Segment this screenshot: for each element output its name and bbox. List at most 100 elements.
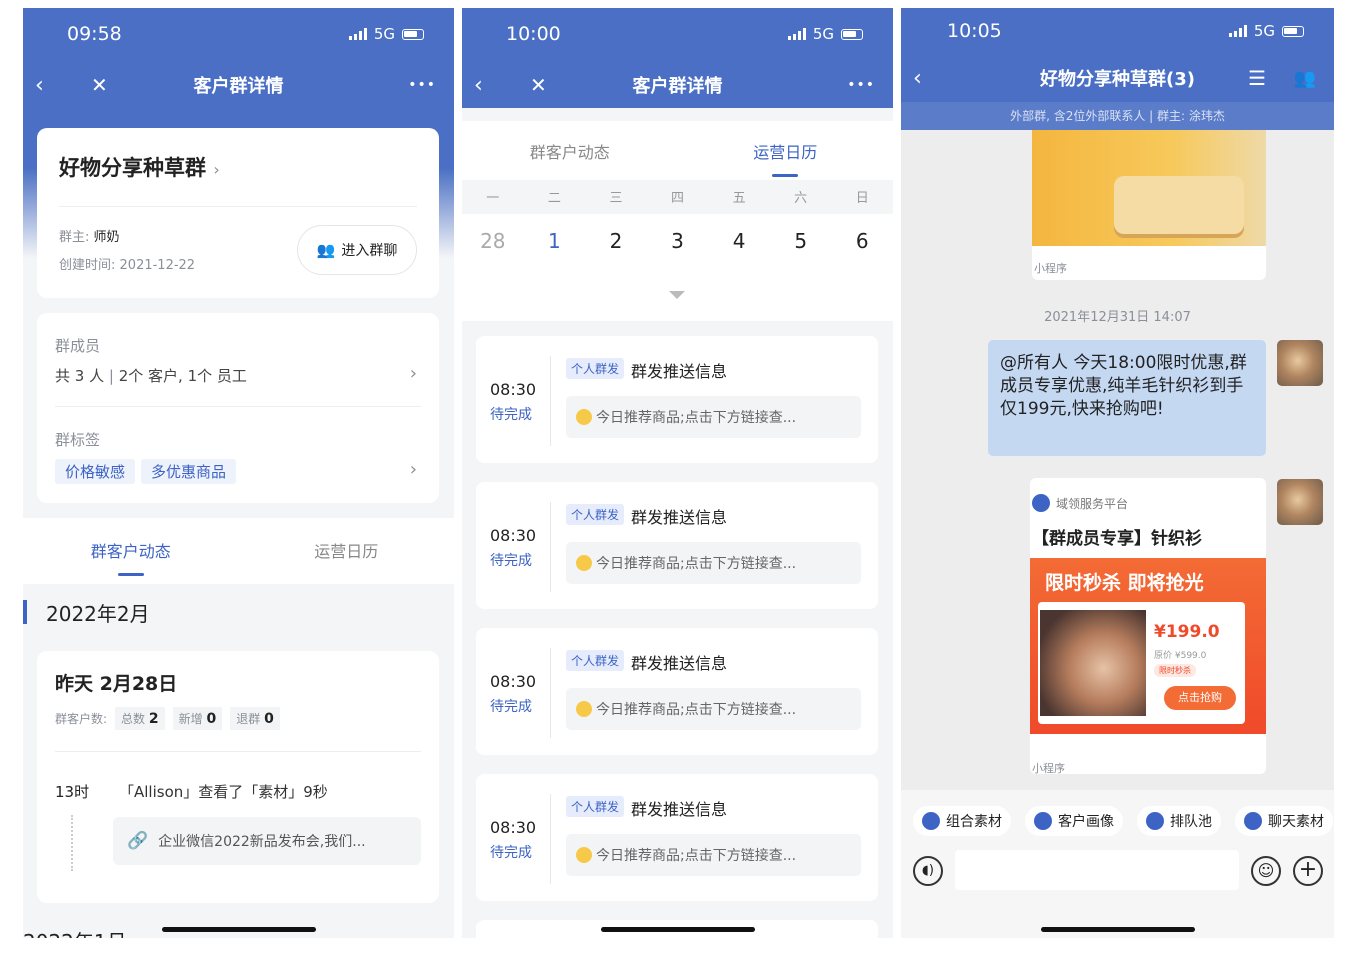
status-bar: 10:05 5G [901, 8, 1334, 54]
divider [55, 751, 421, 752]
link-card[interactable]: 🔗 企业微信2022新品发布会,我们... [113, 817, 421, 865]
more-icon[interactable]: ••• [408, 77, 436, 93]
product-mini-program-card[interactable]: 域领服务平台 【群成员专享】针织衫 限时秒杀 即将抢光 ¥199.0 原价 ¥5… [1030, 478, 1266, 775]
smiley-icon [576, 701, 592, 717]
date-cell[interactable]: 6 [831, 229, 893, 253]
signal-icon [1228, 25, 1247, 37]
tab-ops-calendar[interactable]: 运营日历 [678, 139, 894, 177]
voice-icon[interactable]: ◖) [913, 856, 943, 886]
header-bg: 10:00 5G ‹ ✕ 客户群详情 ••• [462, 8, 893, 108]
members-icon[interactable]: 👥 [1294, 68, 1316, 89]
members-summary[interactable]: 共 3 人 | 2个 客户, 1个 员工 [55, 365, 247, 386]
app-icon [1244, 812, 1262, 830]
mini-program-card[interactable]: 小程序 [1032, 130, 1266, 280]
phone-group-chat: 10:05 5G ‹ 好物分享种草群(3) ☰ 👥 外部群, 含2位外部联系人 … [901, 8, 1334, 938]
header-bg: 10:05 5G ‹ 好物分享种草群(3) ☰ 👥 外部群, 含2位外部联系人 … [901, 8, 1334, 130]
weekday: 一 [486, 191, 500, 206]
add-icon[interactable]: + [1293, 856, 1323, 886]
section-marker [23, 600, 27, 624]
event-time: 13时 [55, 783, 90, 801]
status-time: 10:00 [506, 23, 561, 45]
network-label: 5G [1253, 22, 1275, 40]
date-cell[interactable]: 2 [585, 229, 647, 253]
quick-combo-material[interactable]: 组合素材 [913, 806, 1011, 836]
card-title: 【群成员专享】针织衫 [1032, 529, 1202, 549]
task-card[interactable]: 08:30 待完成 个人群发 群发推送信息 今日推荐商品;点击下方链接查... [476, 774, 878, 901]
tags-list[interactable]: 价格敏感 多优惠商品 [55, 459, 242, 484]
status-bar: 10:00 5G [462, 8, 893, 60]
battery-icon [402, 28, 424, 40]
divider [59, 206, 417, 207]
avatar[interactable] [1277, 340, 1323, 386]
day-title: 昨天 2月28日 [55, 673, 178, 695]
smiley-icon [576, 847, 592, 863]
date-cell[interactable]: 5 [770, 229, 832, 253]
mini-program-label: 小程序 [1034, 262, 1067, 275]
tab-customer-activity[interactable]: 群客户动态 [23, 538, 239, 576]
quick-chat-material[interactable]: 聊天素材 [1235, 806, 1333, 836]
promo-banner: 限时秒杀 即将抢光 ¥199.0 原价 ¥599.0 限时秒杀 点击抢购 [1030, 558, 1266, 734]
link-icon: 🔗 [127, 831, 149, 851]
quick-customer-profile[interactable]: 客户画像 [1025, 806, 1123, 836]
task-time: 08:30 [490, 818, 537, 837]
task-tag: 个人群发 [566, 796, 625, 817]
chevron-right-icon: › [213, 160, 220, 179]
emoji-icon[interactable]: ☺ [1251, 856, 1281, 886]
app-icon [1146, 812, 1164, 830]
users-icon: 👥 [316, 241, 336, 259]
group-name[interactable]: 好物分享种草群 › [59, 152, 220, 182]
nav-bar: ‹ ✕ 客户群详情 ••• [462, 60, 893, 110]
task-tag: 个人群发 [566, 358, 625, 379]
task-card[interactable]: 08:30 待完成 个人群发 群发推送信息 今日推荐商品;点击下方链接查... [476, 482, 878, 609]
task-status: 待完成 [490, 699, 532, 715]
date-cell[interactable]: 4 [708, 229, 770, 253]
weekday: 三 [609, 191, 623, 206]
page-title: 客户群详情 [632, 76, 723, 97]
weekday: 四 [671, 191, 685, 206]
chat-subtitle: 外部群, 含2位外部联系人 | 群主: 涂玮杰 [901, 102, 1334, 130]
tab-customer-activity[interactable]: 群客户动态 [462, 139, 678, 163]
date-cell[interactable]: 3 [647, 229, 709, 253]
date-cell-today[interactable]: 1 [524, 229, 586, 253]
list-icon[interactable]: ☰ [1248, 66, 1266, 90]
task-title: 群发推送信息 [631, 362, 728, 381]
message-input[interactable] [955, 850, 1239, 890]
more-icon[interactable]: ••• [847, 77, 875, 93]
buy-button[interactable]: 点击抢购 [1164, 686, 1236, 710]
task-status: 待完成 [490, 407, 532, 423]
enter-chat-button[interactable]: 👥 进入群聊 [297, 225, 417, 275]
chat-title: 好物分享种草群(3) [1040, 69, 1195, 90]
nav-bar: ‹ ✕ 客户群详情 ••• [23, 60, 454, 110]
chevron-right-icon: › [409, 459, 417, 480]
flash-sale-tag: 限时秒杀 [1154, 664, 1196, 677]
app-icon [1034, 812, 1052, 830]
home-indicator [1040, 927, 1195, 932]
battery-icon [841, 28, 863, 40]
day-activity-card: 昨天 2月28日 群客户数: 总数 2 新增 0 退群 0 13时 「Allis… [37, 651, 439, 903]
next-month-heading: 2022年1月 [23, 926, 127, 938]
date-row: 28 1 2 3 4 5 6 [462, 229, 893, 253]
message-bubble[interactable]: @所有人 今天18:00限时优惠,群成员专享优惠,纯羊毛针织衫到手仅199元,快… [988, 340, 1266, 456]
tab-ops-calendar[interactable]: 运营日历 [239, 538, 455, 562]
task-time: 08:30 [490, 672, 537, 691]
task-title: 群发推送信息 [631, 508, 728, 527]
tab-bar: 群客户动态 运营日历 [23, 518, 454, 584]
date-cell[interactable]: 28 [462, 229, 524, 253]
task-card[interactable]: 08:30 待完成 个人群发 群发推送信息 今日推荐商品;点击下方链接查... [476, 628, 878, 755]
chevron-right-icon: › [409, 363, 417, 384]
avatar[interactable] [1277, 479, 1323, 525]
bread-product-image [1032, 130, 1266, 246]
members-label: 群成员 [55, 337, 101, 355]
battery-icon [1282, 25, 1304, 37]
task-message: 今日推荐商品;点击下方链接查... [566, 396, 861, 438]
task-card[interactable]: 08:30 待完成 个人群发 群发推送信息 今日推荐商品;点击下方链接查... [476, 336, 878, 463]
task-tag: 个人群发 [566, 650, 625, 671]
platform-logo-icon [1032, 494, 1050, 512]
quick-queue-pool[interactable]: 排队池 [1137, 806, 1221, 836]
task-time: 08:30 [490, 380, 537, 399]
status-bar: 09:58 5G [23, 8, 454, 60]
task-message: 今日推荐商品;点击下方链接查... [566, 688, 861, 730]
expand-caret-icon[interactable] [669, 291, 685, 299]
original-price: 原价 ¥599.0 [1154, 651, 1207, 661]
nav-bar: ‹ 好物分享种草群(3) ☰ 👥 [901, 54, 1334, 102]
